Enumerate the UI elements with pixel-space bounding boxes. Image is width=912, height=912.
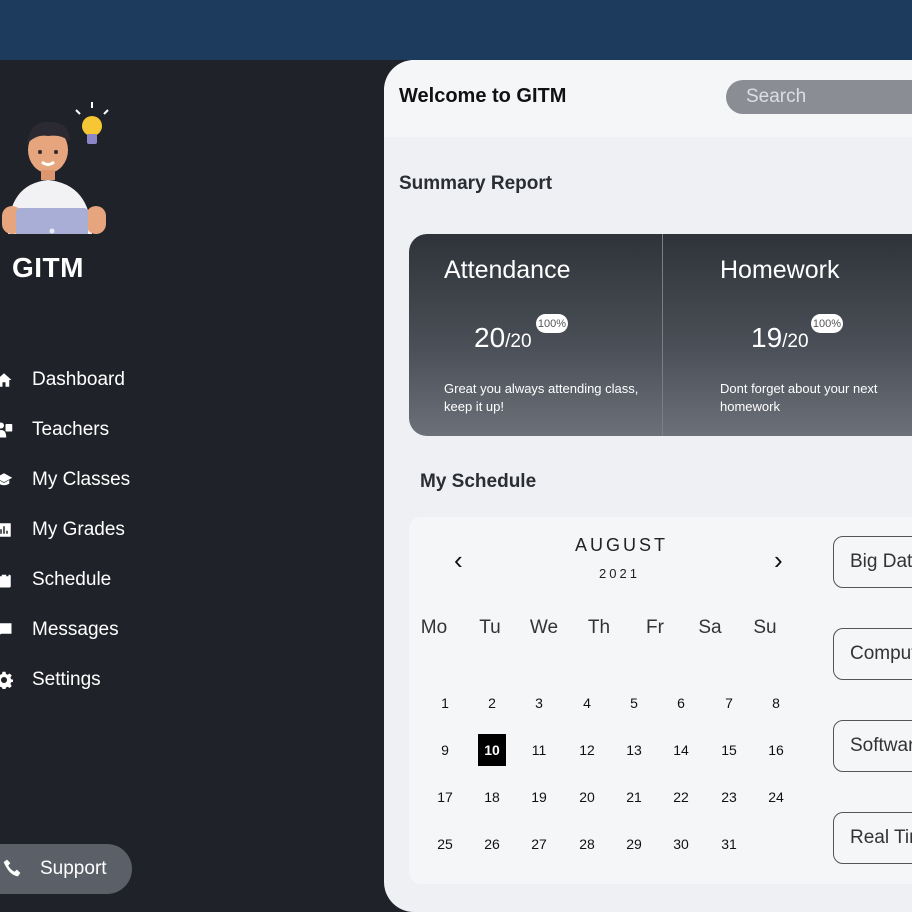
weekday-label: Su: [753, 617, 777, 638]
calendar-day[interactable]: 28: [573, 828, 601, 860]
sidebar-item-label: Messages: [32, 619, 119, 640]
calendar-month: AUGUST: [575, 535, 669, 555]
weekday-label: Sa: [698, 617, 722, 638]
calendar-day[interactable]: 21: [620, 781, 648, 813]
attendance-card: Attendance 20/20 100% Great you always a…: [409, 234, 662, 436]
sidebar-item-label: My Grades: [32, 519, 125, 540]
my-schedule-title: My Schedule: [420, 471, 537, 492]
summary-report-title: Summary Report: [399, 173, 553, 194]
sidebar-item-label: My Classes: [32, 469, 131, 490]
phone-icon: [2, 858, 24, 880]
sidebar-item-messages[interactable]: Messages: [0, 610, 119, 650]
calendar-year: 2021: [599, 566, 640, 581]
weekday-label: Tu: [479, 617, 501, 638]
sidebar-item-label: Schedule: [32, 569, 112, 590]
calendar-day[interactable]: 6: [667, 687, 695, 719]
calendar-day[interactable]: 3: [525, 687, 553, 719]
calendar-day-selected[interactable]: 10: [478, 734, 506, 766]
course-item[interactable]: Big Data: [833, 536, 912, 588]
calendar-day[interactable]: 1: [431, 687, 459, 719]
sidebar-item-label: Dashboard: [32, 369, 125, 390]
calendar-day[interactable]: 26: [478, 828, 506, 860]
lightbulb-icon: [75, 102, 109, 144]
sidebar-item-dashboard[interactable]: Dashboard: [0, 360, 125, 400]
calendar-day[interactable]: 29: [620, 828, 648, 860]
calendar-day[interactable]: 16: [762, 734, 790, 766]
calendar-day[interactable]: 25: [431, 828, 459, 860]
sidebar: GITM Dashboard Teachers My Classes My Gr…: [0, 60, 384, 912]
calendar-day[interactable]: 31: [715, 828, 743, 860]
calendar-day[interactable]: 20: [573, 781, 601, 813]
support-button[interactable]: Support: [0, 844, 132, 894]
homework-badge: 100%: [811, 314, 843, 333]
attendance-description: Great you always attending class, keep it…: [444, 381, 639, 414]
weekday-label: Mo: [420, 617, 448, 638]
header: Welcome to GITM: [384, 60, 912, 137]
sidebar-item-my-classes[interactable]: My Classes: [0, 460, 130, 500]
calendar-day[interactable]: 15: [715, 734, 743, 766]
calendar-day[interactable]: 7: [715, 687, 743, 719]
top-bar: [0, 0, 912, 60]
sidebar-item-my-grades[interactable]: My Grades: [0, 510, 125, 550]
main-content: Welcome to GITM Summary Report Attendanc…: [384, 60, 912, 912]
sidebar-item-teachers[interactable]: Teachers: [0, 410, 109, 450]
gear-icon: [0, 670, 14, 690]
sidebar-item-label: Teachers: [32, 419, 110, 440]
calendar-day[interactable]: 30: [667, 828, 695, 860]
course-item[interactable]: Computer: [833, 628, 912, 680]
search-input[interactable]: [726, 80, 912, 114]
calendar-day[interactable]: 27: [525, 828, 553, 860]
course-item[interactable]: Software: [833, 720, 912, 772]
homework-description: Dont forget about your next homework: [720, 381, 878, 414]
calendar-day[interactable]: 13: [620, 734, 648, 766]
homework-title: Homework: [720, 256, 840, 284]
homework-card: Homework 19/20 100% Dont forget about yo…: [663, 234, 912, 436]
calendar-day[interactable]: 11: [525, 734, 553, 766]
calendar-day[interactable]: 5: [620, 687, 648, 719]
teachers-icon: [0, 420, 14, 440]
attendance-badge: 100%: [536, 314, 568, 333]
prev-month-button[interactable]: ‹: [454, 545, 463, 576]
calendar-day[interactable]: 19: [525, 781, 553, 813]
calendar-day[interactable]: 14: [667, 734, 695, 766]
support-label: Support: [40, 858, 107, 879]
calendar-day[interactable]: 23: [715, 781, 743, 813]
calendar-day[interactable]: 18: [478, 781, 506, 813]
attendance-title: Attendance: [444, 256, 571, 284]
page-title: Welcome to GITM: [399, 85, 567, 107]
homework-value: 19/20: [751, 322, 809, 353]
calendar-icon: [0, 570, 14, 590]
calendar-day[interactable]: 17: [431, 781, 459, 813]
calendar-day[interactable]: 24: [762, 781, 790, 813]
calendar-day[interactable]: 2: [478, 687, 506, 719]
sidebar-item-settings[interactable]: Settings: [0, 660, 101, 700]
home-icon: [0, 370, 14, 390]
graduation-cap-icon: [0, 470, 14, 490]
weekday-label: Th: [587, 617, 611, 638]
summary-cards: Attendance 20/20 100% Great you always a…: [409, 234, 912, 436]
avatar: [0, 84, 110, 254]
brand-name: GITM: [12, 252, 84, 283]
sidebar-item-schedule[interactable]: Schedule: [0, 560, 111, 600]
weekday-label: Fr: [646, 617, 664, 638]
message-icon: [0, 620, 14, 640]
next-month-button[interactable]: ›: [774, 545, 783, 576]
course-item[interactable]: Real Time: [833, 812, 912, 864]
calendar-day[interactable]: 4: [573, 687, 601, 719]
calendar-day[interactable]: 8: [762, 687, 790, 719]
weekday-label: We: [529, 617, 559, 638]
calendar-day[interactable]: 9: [431, 734, 459, 766]
attendance-value: 20/20: [474, 322, 532, 353]
calendar-day[interactable]: 22: [667, 781, 695, 813]
chart-icon: [0, 520, 14, 540]
calendar-day[interactable]: 12: [573, 734, 601, 766]
sidebar-item-label: Settings: [32, 669, 101, 690]
